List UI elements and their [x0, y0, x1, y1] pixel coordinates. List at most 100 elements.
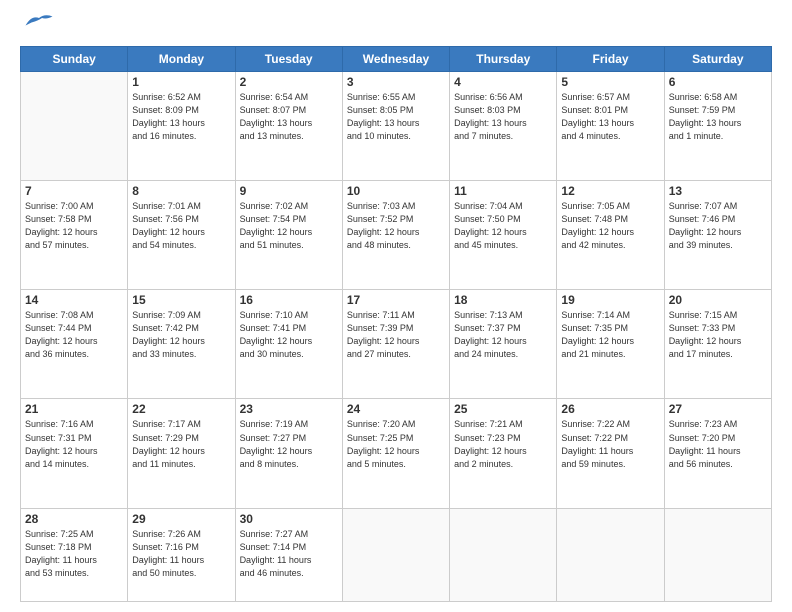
- logo: [20, 16, 54, 36]
- calendar-cell: 8 Sunrise: 7:01 AMSunset: 7:56 PMDaylight…: [128, 181, 235, 290]
- cell-info: Sunrise: 7:09 AMSunset: 7:42 PMDaylight:…: [132, 309, 230, 361]
- cell-info: Sunrise: 7:05 AMSunset: 7:48 PMDaylight:…: [561, 200, 659, 252]
- calendar-header-row: SundayMondayTuesdayWednesdayThursdayFrid…: [21, 46, 772, 71]
- cell-info: Sunrise: 7:10 AMSunset: 7:41 PMDaylight:…: [240, 309, 338, 361]
- calendar-cell: 14 Sunrise: 7:08 AMSunset: 7:44 PMDayligh…: [21, 290, 128, 399]
- calendar-cell: 19Sunrise: 7:14 AMSunset: 7:35 PMDayligh…: [557, 290, 664, 399]
- page: SundayMondayTuesdayWednesdayThursdayFrid…: [0, 0, 792, 612]
- cell-info: Sunrise: 7:15 AMSunset: 7:33 PMDaylight:…: [669, 309, 767, 361]
- calendar-cell: [21, 71, 128, 180]
- day-number: 14: [25, 293, 123, 307]
- calendar-cell: 23 Sunrise: 7:19 AMSunset: 7:27 PMDayligh…: [235, 399, 342, 508]
- cell-info: Sunrise: 6:58 AMSunset: 7:59 PMDaylight:…: [669, 91, 767, 143]
- day-number: 7: [25, 184, 123, 198]
- calendar-cell: 20Sunrise: 7:15 AMSunset: 7:33 PMDayligh…: [664, 290, 771, 399]
- cell-info: Sunrise: 7:01 AMSunset: 7:56 PMDaylight:…: [132, 200, 230, 252]
- calendar-cell: 6 Sunrise: 6:58 AMSunset: 7:59 PMDaylight…: [664, 71, 771, 180]
- calendar-cell: 24Sunrise: 7:20 AMSunset: 7:25 PMDayligh…: [342, 399, 449, 508]
- calendar-cell: [664, 508, 771, 601]
- cell-info: Sunrise: 7:08 AMSunset: 7:44 PMDaylight:…: [25, 309, 123, 361]
- cell-info: Sunrise: 7:00 AMSunset: 7:58 PMDaylight:…: [25, 200, 123, 252]
- day-number: 26: [561, 402, 659, 416]
- calendar-cell: 7 Sunrise: 7:00 AMSunset: 7:58 PMDaylight…: [21, 181, 128, 290]
- cell-info: Sunrise: 7:25 AMSunset: 7:18 PMDaylight:…: [25, 528, 123, 580]
- day-number: 30: [240, 512, 338, 526]
- calendar-header-monday: Monday: [128, 46, 235, 71]
- day-number: 29: [132, 512, 230, 526]
- day-number: 8: [132, 184, 230, 198]
- day-number: 2: [240, 75, 338, 89]
- day-number: 9: [240, 184, 338, 198]
- day-number: 12: [561, 184, 659, 198]
- calendar-cell: [557, 508, 664, 601]
- cell-info: Sunrise: 7:16 AMSunset: 7:31 PMDaylight:…: [25, 418, 123, 470]
- cell-info: Sunrise: 7:13 AMSunset: 7:37 PMDaylight:…: [454, 309, 552, 361]
- day-number: 1: [132, 75, 230, 89]
- calendar-cell: 10 Sunrise: 7:03 AMSunset: 7:52 PMDayligh…: [342, 181, 449, 290]
- cell-info: Sunrise: 7:11 AMSunset: 7:39 PMDaylight:…: [347, 309, 445, 361]
- day-number: 5: [561, 75, 659, 89]
- calendar-header-saturday: Saturday: [664, 46, 771, 71]
- calendar-cell: 30 Sunrise: 7:27 AMSunset: 7:14 PMDayligh…: [235, 508, 342, 601]
- day-number: 19: [561, 293, 659, 307]
- calendar-week-4: 28 Sunrise: 7:25 AMSunset: 7:18 PMDayligh…: [21, 508, 772, 601]
- day-number: 23: [240, 402, 338, 416]
- cell-info: Sunrise: 6:54 AMSunset: 8:07 PMDaylight:…: [240, 91, 338, 143]
- calendar-cell: 9 Sunrise: 7:02 AMSunset: 7:54 PMDaylight…: [235, 181, 342, 290]
- calendar-week-3: 21 Sunrise: 7:16 AMSunset: 7:31 PMDayligh…: [21, 399, 772, 508]
- day-number: 13: [669, 184, 767, 198]
- calendar-header-tuesday: Tuesday: [235, 46, 342, 71]
- day-number: 3: [347, 75, 445, 89]
- cell-info: Sunrise: 6:55 AMSunset: 8:05 PMDaylight:…: [347, 91, 445, 143]
- day-number: 10: [347, 184, 445, 198]
- cell-info: Sunrise: 7:04 AMSunset: 7:50 PMDaylight:…: [454, 200, 552, 252]
- calendar-cell: 17 Sunrise: 7:11 AMSunset: 7:39 PMDayligh…: [342, 290, 449, 399]
- day-number: 11: [454, 184, 552, 198]
- calendar-cell: 27Sunrise: 7:23 AMSunset: 7:20 PMDayligh…: [664, 399, 771, 508]
- calendar-cell: 21 Sunrise: 7:16 AMSunset: 7:31 PMDayligh…: [21, 399, 128, 508]
- calendar-cell: 4Sunrise: 6:56 AMSunset: 8:03 PMDaylight…: [450, 71, 557, 180]
- day-number: 17: [347, 293, 445, 307]
- calendar-cell: 2 Sunrise: 6:54 AMSunset: 8:07 PMDaylight…: [235, 71, 342, 180]
- cell-info: Sunrise: 7:19 AMSunset: 7:27 PMDaylight:…: [240, 418, 338, 470]
- calendar-cell: 11 Sunrise: 7:04 AMSunset: 7:50 PMDayligh…: [450, 181, 557, 290]
- day-number: 28: [25, 512, 123, 526]
- calendar-cell: 18 Sunrise: 7:13 AMSunset: 7:37 PMDayligh…: [450, 290, 557, 399]
- cell-info: Sunrise: 7:23 AMSunset: 7:20 PMDaylight:…: [669, 418, 767, 470]
- day-number: 15: [132, 293, 230, 307]
- logo-bird-icon: [24, 12, 54, 30]
- cell-info: Sunrise: 7:07 AMSunset: 7:46 PMDaylight:…: [669, 200, 767, 252]
- calendar-table: SundayMondayTuesdayWednesdayThursdayFrid…: [20, 46, 772, 602]
- cell-info: Sunrise: 6:57 AMSunset: 8:01 PMDaylight:…: [561, 91, 659, 143]
- cell-info: Sunrise: 7:27 AMSunset: 7:14 PMDaylight:…: [240, 528, 338, 580]
- cell-info: Sunrise: 7:03 AMSunset: 7:52 PMDaylight:…: [347, 200, 445, 252]
- cell-info: Sunrise: 7:02 AMSunset: 7:54 PMDaylight:…: [240, 200, 338, 252]
- calendar-cell: 22 Sunrise: 7:17 AMSunset: 7:29 PMDayligh…: [128, 399, 235, 508]
- day-number: 21: [25, 402, 123, 416]
- calendar-cell: [450, 508, 557, 601]
- cell-info: Sunrise: 7:20 AMSunset: 7:25 PMDaylight:…: [347, 418, 445, 470]
- day-number: 25: [454, 402, 552, 416]
- day-number: 6: [669, 75, 767, 89]
- cell-info: Sunrise: 7:21 AMSunset: 7:23 PMDaylight:…: [454, 418, 552, 470]
- calendar-cell: 12 Sunrise: 7:05 AMSunset: 7:48 PMDayligh…: [557, 181, 664, 290]
- calendar-cell: 16 Sunrise: 7:10 AMSunset: 7:41 PMDayligh…: [235, 290, 342, 399]
- calendar-cell: [342, 508, 449, 601]
- cell-info: Sunrise: 6:52 AMSunset: 8:09 PMDaylight:…: [132, 91, 230, 143]
- header: [20, 16, 772, 36]
- calendar-cell: 26 Sunrise: 7:22 AMSunset: 7:22 PMDayligh…: [557, 399, 664, 508]
- calendar-week-2: 14 Sunrise: 7:08 AMSunset: 7:44 PMDayligh…: [21, 290, 772, 399]
- calendar-week-0: 1 Sunrise: 6:52 AMSunset: 8:09 PMDaylight…: [21, 71, 772, 180]
- day-number: 22: [132, 402, 230, 416]
- calendar-header-thursday: Thursday: [450, 46, 557, 71]
- cell-info: Sunrise: 7:17 AMSunset: 7:29 PMDaylight:…: [132, 418, 230, 470]
- calendar-cell: 13 Sunrise: 7:07 AMSunset: 7:46 PMDayligh…: [664, 181, 771, 290]
- calendar-cell: 28 Sunrise: 7:25 AMSunset: 7:18 PMDayligh…: [21, 508, 128, 601]
- calendar-cell: 1 Sunrise: 6:52 AMSunset: 8:09 PMDaylight…: [128, 71, 235, 180]
- cell-info: Sunrise: 7:26 AMSunset: 7:16 PMDaylight:…: [132, 528, 230, 580]
- day-number: 4: [454, 75, 552, 89]
- cell-info: Sunrise: 7:22 AMSunset: 7:22 PMDaylight:…: [561, 418, 659, 470]
- calendar-header-friday: Friday: [557, 46, 664, 71]
- day-number: 18: [454, 293, 552, 307]
- day-number: 16: [240, 293, 338, 307]
